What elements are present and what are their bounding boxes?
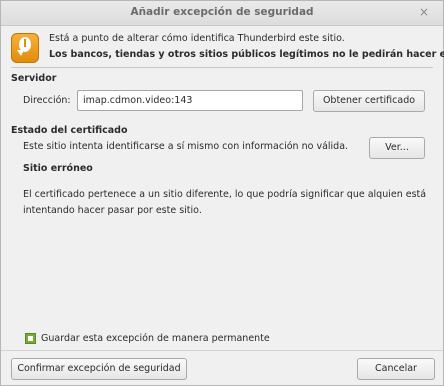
- permanent-exception-label[interactable]: Guardar esta excepción de manera permane…: [41, 333, 270, 344]
- warning-icon: [11, 33, 39, 63]
- titlebar: Añadir excepción de seguridad ×: [1, 1, 443, 26]
- address-label: Dirección:: [23, 95, 71, 106]
- close-icon[interactable]: ×: [419, 5, 429, 19]
- permanent-exception-checkbox[interactable]: [25, 333, 36, 344]
- warning-text: Está a punto de alterar cómo identifica …: [49, 33, 345, 44]
- window-title: Añadir excepción de seguridad: [130, 6, 314, 18]
- address-input[interactable]: [77, 90, 303, 111]
- cancel-button[interactable]: Cancelar: [357, 358, 435, 380]
- header-divider: [11, 67, 433, 68]
- certificate-status-label: Estado del certificado: [11, 125, 128, 136]
- add-security-exception-dialog: Añadir excepción de seguridad × Está a p…: [0, 0, 444, 386]
- view-certificate-button[interactable]: Ver...: [369, 137, 425, 159]
- confirm-exception-button[interactable]: Confirmar excepción de seguridad: [11, 358, 187, 380]
- error-description-line2: intentando hacer pasar por este sitio.: [23, 205, 202, 216]
- get-certificate-button[interactable]: Obtener certificado: [313, 90, 425, 112]
- error-description-line1: El certificado pertenece a un sitio dife…: [23, 189, 427, 200]
- warning-bold-text: Los bancos, tiendas y otros sitios públi…: [49, 49, 444, 60]
- server-section-label: Servidor: [11, 73, 57, 84]
- certificate-status-description: Este sitio intenta identificarse a sí mi…: [23, 141, 349, 152]
- footer-divider: [1, 350, 443, 351]
- error-title: Sitio erróneo: [23, 163, 93, 174]
